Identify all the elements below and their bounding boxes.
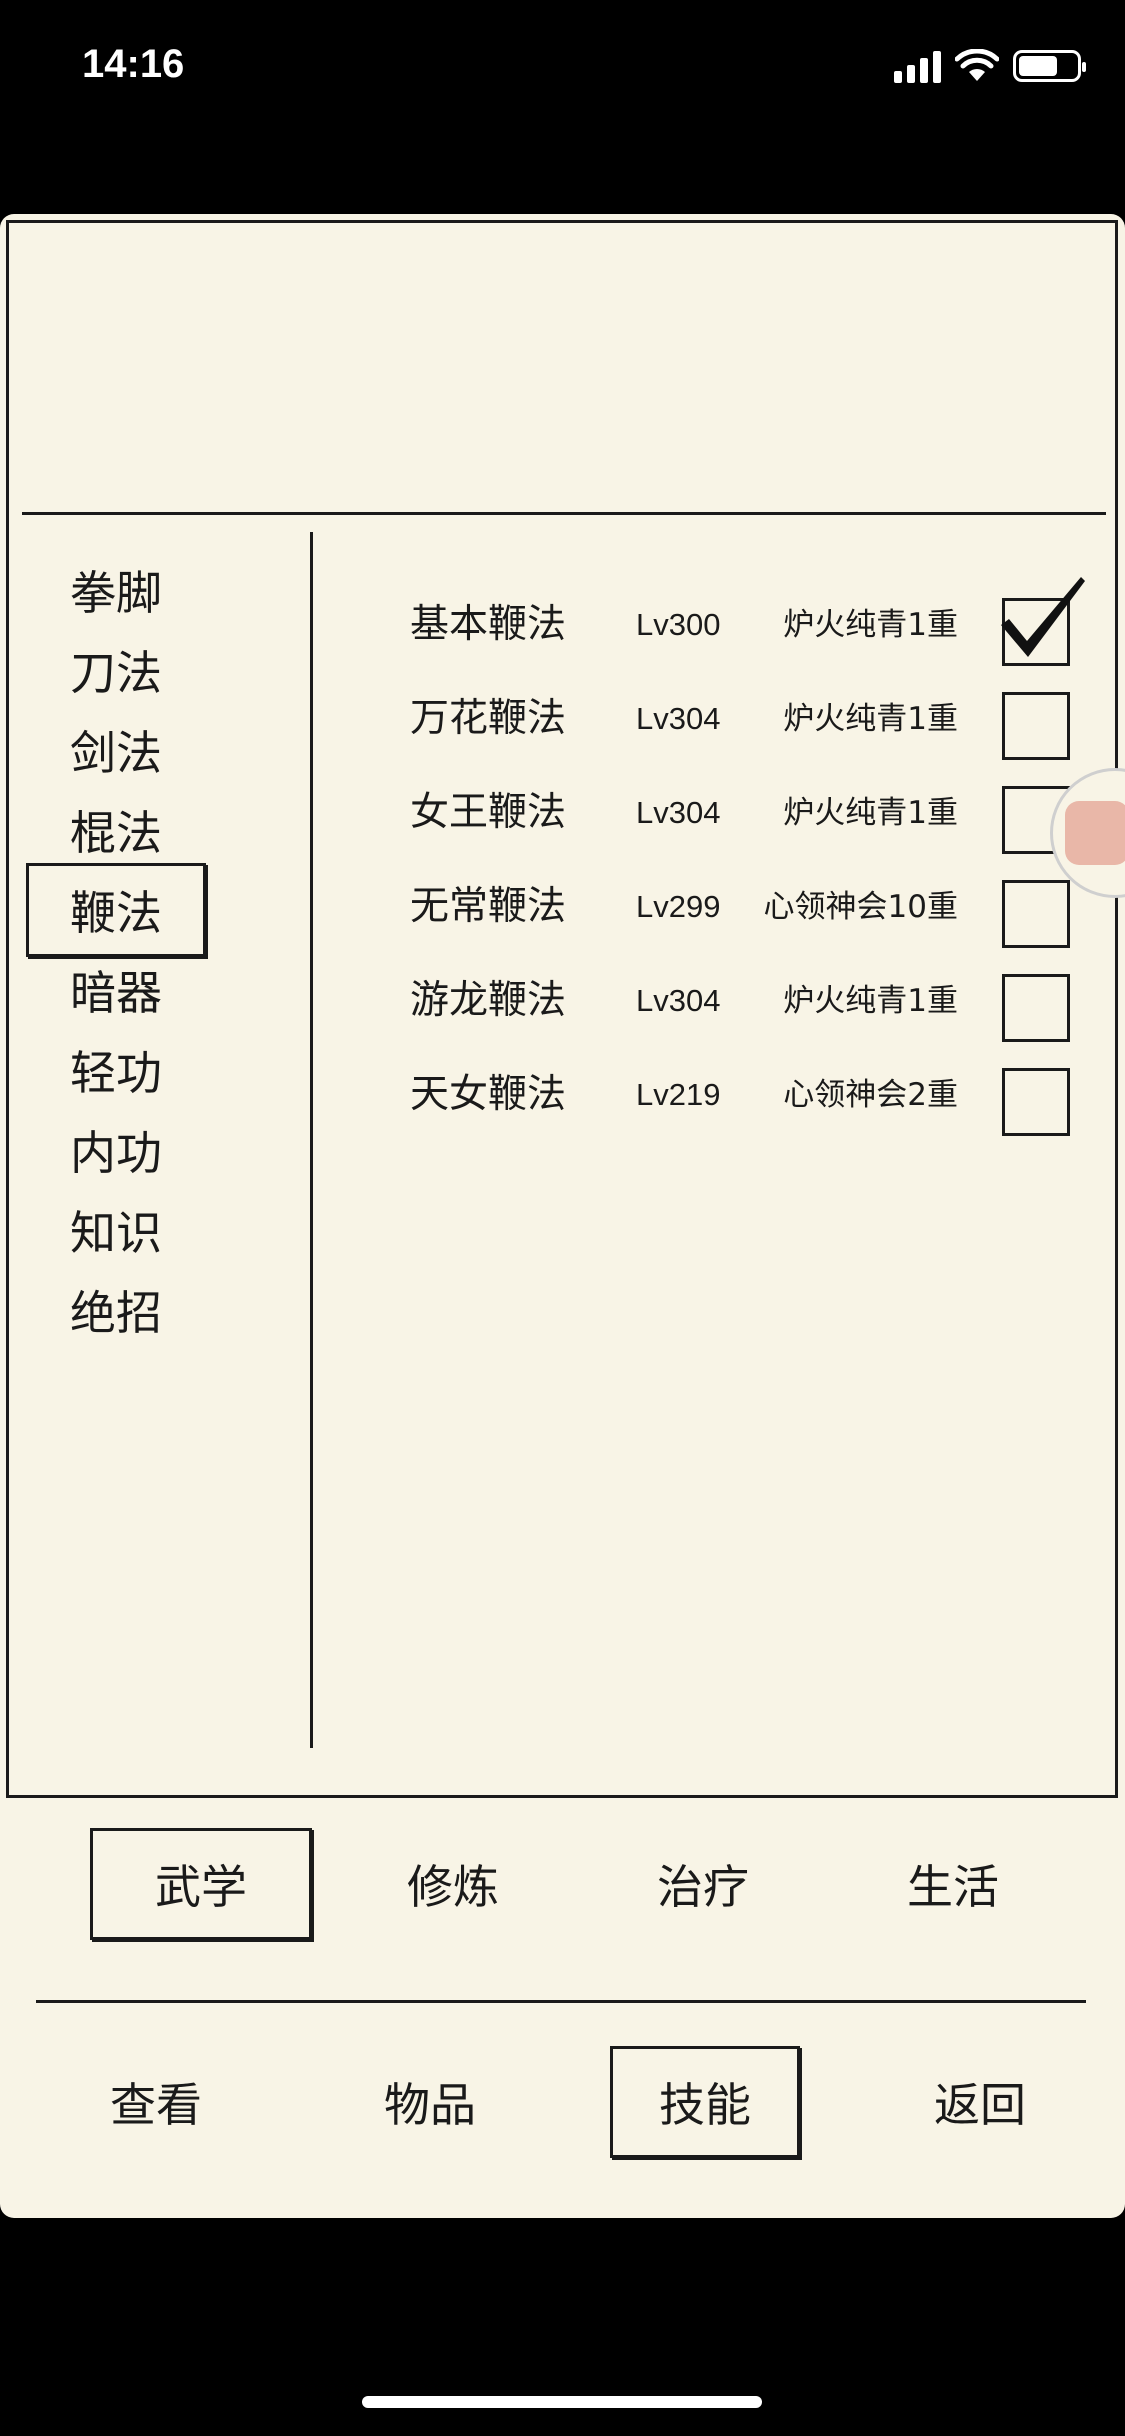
- skill-row[interactable]: 天女鞭法 Lv219 心领神会2重: [410, 1048, 1070, 1142]
- skill-row[interactable]: 游龙鞭法 Lv304 炉火纯青1重: [410, 954, 1070, 1048]
- skill-level: Lv299: [636, 889, 721, 924]
- skill-checkbox[interactable]: [1002, 1068, 1070, 1136]
- top-divider: [22, 512, 1106, 515]
- vertical-divider: [310, 532, 313, 1748]
- skill-name: 无常鞭法: [410, 884, 567, 929]
- category-item-juezhao[interactable]: 绝招: [26, 1263, 206, 1357]
- skill-name: 基本鞭法: [410, 602, 567, 647]
- skill-level: Lv304: [636, 983, 721, 1018]
- checkmark-icon: [1001, 577, 1085, 657]
- skill-name: 天女鞭法: [410, 1072, 567, 1117]
- skill-level: Lv304: [636, 795, 721, 830]
- skill-realm: 心领神会10重: [763, 889, 958, 925]
- skill-level: Lv300: [636, 607, 721, 642]
- nav-skills-button[interactable]: 技能: [610, 2046, 800, 2158]
- skill-checkbox[interactable]: [1001, 577, 1085, 666]
- nav-back-button[interactable]: 返回: [882, 2046, 1078, 2158]
- status-icons: [894, 46, 1086, 86]
- skill-row[interactable]: 女王鞭法 Lv304 炉火纯青1重: [410, 766, 1070, 860]
- skill-checkbox[interactable]: [1002, 880, 1070, 948]
- skill-row[interactable]: 基本鞭法 Lv300 炉火纯青1重: [410, 577, 1085, 672]
- wifi-icon: [955, 49, 999, 81]
- skill-realm: 炉火纯青1重: [783, 795, 958, 831]
- tab-xiulian[interactable]: 修炼: [342, 1828, 564, 1940]
- bottom-divider: [36, 2000, 1086, 2003]
- status-time: 14:16: [82, 42, 185, 86]
- battery-icon: [1013, 50, 1086, 82]
- skill-realm: 炉火纯青1重: [783, 607, 958, 643]
- skill-name: 万花鞭法: [410, 696, 567, 741]
- home-indicator[interactable]: [362, 2396, 762, 2408]
- skill-realm: 炉火纯青1重: [783, 701, 958, 737]
- skill-checkbox[interactable]: [1002, 692, 1070, 760]
- cellular-signal-icon: [894, 49, 941, 83]
- skills-panel: 拳脚 刀法 剑法 棍法 鞭法 暗器 轻功 内功 知识 绝招 基本鞭法 Lv300…: [0, 214, 1125, 2218]
- skill-row[interactable]: 万花鞭法 Lv304 炉火纯青1重: [410, 672, 1070, 766]
- tab-shenghuo[interactable]: 生活: [842, 1828, 1064, 1940]
- tab-wuxue[interactable]: 武学: [90, 1828, 312, 1940]
- skill-checkbox[interactable]: [1002, 974, 1070, 1042]
- skill-level: Lv304: [636, 701, 721, 736]
- nav-items-button[interactable]: 物品: [332, 2046, 528, 2158]
- skill-name: 游龙鞭法: [410, 978, 567, 1023]
- skill-name: 女王鞭法: [410, 790, 567, 835]
- skill-level: Lv219: [636, 1077, 721, 1112]
- skill-realm: 心领神会2重: [783, 1077, 958, 1113]
- description-area: [18, 220, 1108, 510]
- skill-row[interactable]: 无常鞭法 Lv299 心领神会10重: [410, 860, 1070, 954]
- tab-zhiliao[interactable]: 治疗: [592, 1828, 814, 1940]
- nav-view-button[interactable]: 查看: [58, 2046, 254, 2158]
- skill-realm: 炉火纯青1重: [783, 983, 958, 1019]
